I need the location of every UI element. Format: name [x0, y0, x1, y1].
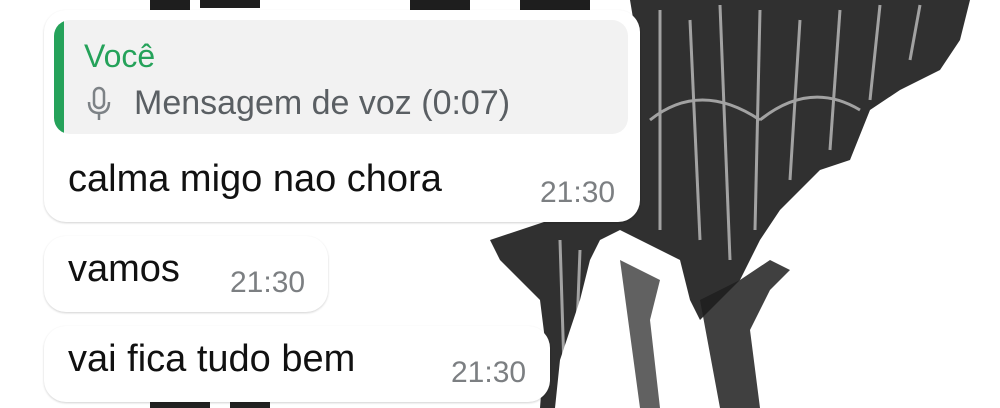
message-text: vamos [68, 248, 180, 290]
quote-author: Você [84, 38, 156, 74]
quote-accent-bar [54, 20, 64, 134]
message-time: 21:30 [540, 176, 616, 209]
message-time: 21:30 [230, 266, 306, 299]
quote-text: Mensagem de voz (0:07) [134, 84, 511, 122]
microphone-icon [87, 86, 111, 120]
message-text: vai fica tudo bem [68, 338, 356, 380]
message-text: calma migo nao chora [68, 158, 442, 200]
reply-quote[interactable]: Você Mensagem de voz (0:07) [54, 20, 628, 134]
message-time: 21:30 [451, 356, 527, 389]
